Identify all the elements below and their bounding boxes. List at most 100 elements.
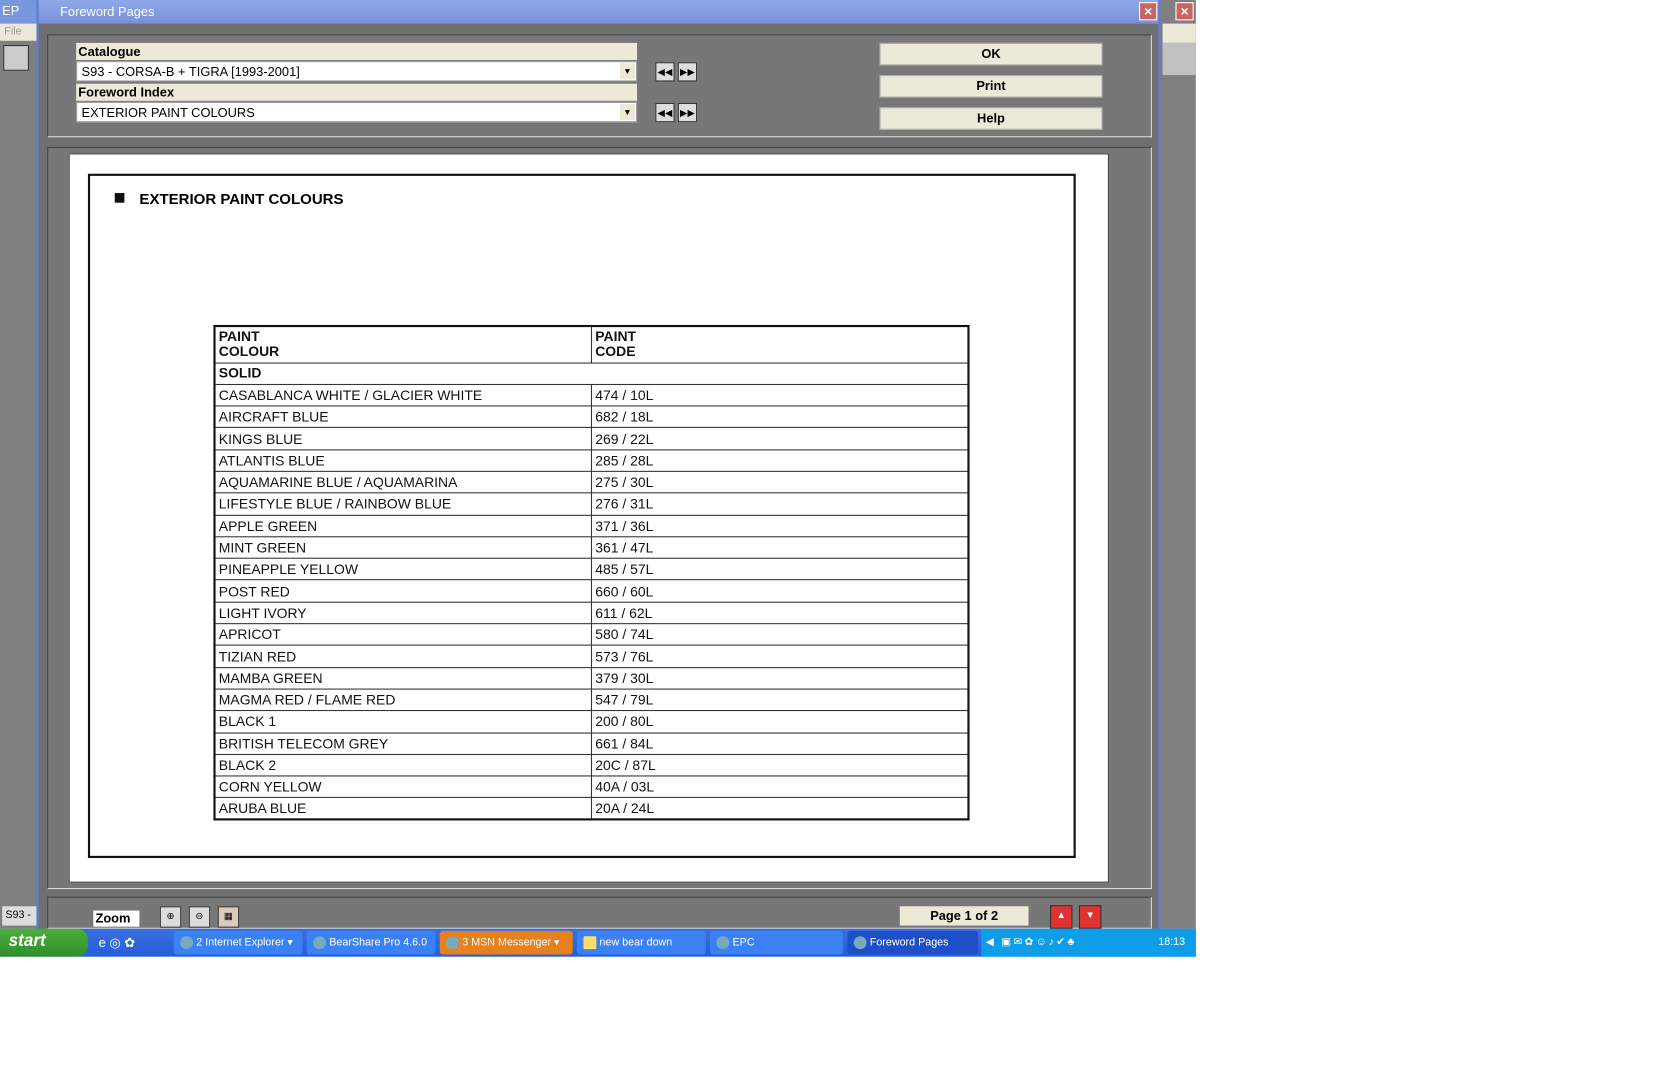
paint-code: 379 / 30L — [590, 666, 970, 690]
paint-colour: CORN YELLOW — [213, 775, 593, 799]
table-row: LIGHT IVORY 611 / 62L — [213, 601, 970, 625]
dialog-title-bar: Foreword Pages — [38, 0, 1159, 24]
table-row: ARUBA BLUE 20A / 24L — [213, 797, 970, 821]
paint-colour: TIZIAN RED — [213, 644, 593, 668]
index-next-button[interactable]: ▶▶ — [677, 102, 698, 123]
table-row: MAGMA RED / FLAME RED 547 / 79L — [213, 688, 970, 712]
paint-table: PAINT COLOUR PAINT CODE SOLID CASABLANCA WH… — [213, 324, 970, 821]
task-internet-explorer[interactable]: 2 Internet Explorer ▾ — [173, 930, 303, 955]
table-row: APRICOT 580 / 74L — [213, 623, 970, 647]
paint-code: 275 / 30L — [590, 470, 970, 494]
table-row: AIRCRAFT BLUE 682 / 18L — [213, 405, 970, 429]
task-label: new bear down — [599, 936, 673, 949]
print-button[interactable]: Print — [879, 75, 1103, 98]
table-row: CORN YELLOW 40A / 03L — [213, 775, 970, 799]
section-label: SOLID — [213, 361, 970, 385]
task-label: 2 Internet Explorer — [196, 936, 285, 949]
table-row: BLACK 1 200 / 80L — [213, 710, 970, 734]
task-bearshare[interactable]: BearShare Pro 4.6.0 — [306, 930, 436, 955]
paint-code: 276 / 31L — [590, 492, 970, 516]
help-button[interactable]: Help — [879, 107, 1103, 130]
table-row: TIZIAN RED 573 / 76L — [213, 644, 970, 668]
foreword-index-select[interactable]: EXTERIOR PAINT COLOURS ▼ — [76, 101, 638, 123]
back-menu-file[interactable]: File — [0, 23, 39, 41]
table-row: ATLANTIS BLUE 285 / 28L — [213, 449, 970, 472]
table-row: PINEAPPLE YELLOW 485 / 57L — [213, 557, 970, 581]
paint-colour: PINEAPPLE YELLOW — [213, 557, 593, 581]
paint-code: 573 / 76L — [590, 644, 970, 668]
catalogue-select[interactable]: S93 - CORSA-B + TIGRA [1993-2001] ▼ — [76, 61, 638, 82]
close-button[interactable]: × — [1138, 2, 1158, 21]
table-header-row: PAINT COLOUR PAINT CODE — [213, 325, 970, 364]
catalogue-label: Catalogue — [76, 42, 638, 61]
tray-icons[interactable]: ◀ ▣✉✿☺♪✔♣ — [986, 936, 1077, 948]
paint-colour: MINT GREEN — [213, 536, 593, 559]
paint-colour: AQUAMARINE BLUE / AQUAMARINA — [213, 470, 593, 494]
taskbar: start e ◎ ✿ 2 Internet Explorer ▾ BearSh… — [0, 928, 1196, 957]
paint-code: 474 / 10L — [590, 383, 970, 407]
column-header: PAINT CODE — [590, 325, 970, 364]
selector-panel: Catalogue S93 - CORSA-B + TIGRA [1993-20… — [47, 34, 1152, 138]
paint-colour: BRITISH TELECOM GREY — [213, 732, 593, 755]
zoom-label: Zoom — [93, 910, 140, 927]
paint-code: 580 / 74L — [590, 623, 970, 647]
page-up-icon[interactable]: ▲ — [1049, 905, 1073, 929]
table-row: LIFESTYLE BLUE / RAINBOW BLUE 276 / 31L — [213, 492, 970, 516]
document-page: EXTERIOR PAINT COLOURS PAINT COLOUR PAINT… — [68, 153, 1109, 883]
table-row: AQUAMARINE BLUE / AQUAMARINA 275 / 30L — [213, 470, 970, 494]
footer-panel: Zoom ⊕ ⊖ ▦ Page 1 of 2 ▲ ▼ — [47, 896, 1152, 929]
paint-colour: MAMBA GREEN — [213, 666, 593, 690]
page-frame: EXTERIOR PAINT COLOURS PAINT COLOUR PAINT… — [87, 173, 1076, 858]
paint-colour: LIGHT IVORY — [213, 601, 593, 625]
quick-launch-icons[interactable]: e ◎ ✿ — [99, 935, 135, 950]
task-label: 3 MSN Messenger — [462, 936, 552, 949]
paint-code: 371 / 36L — [590, 514, 970, 538]
paint-colour: ATLANTIS BLUE — [213, 449, 593, 472]
paint-code: 200 / 80L — [590, 710, 970, 734]
paint-colour: BLACK 2 — [213, 753, 593, 777]
table-row: BRITISH TELECOM GREY 661 / 84L — [213, 732, 970, 755]
paint-code: 361 / 47L — [590, 536, 970, 559]
index-prev-button[interactable]: ◀◀ — [655, 102, 675, 123]
table-row: MINT GREEN 361 / 47L — [213, 536, 970, 559]
foreword-index-label: Foreword Index — [76, 83, 638, 101]
paint-colour: KINGS BLUE — [213, 427, 593, 451]
task-label: EPC — [732, 936, 755, 949]
chevron-down-icon[interactable]: ▼ — [619, 63, 635, 80]
catalogue-prev-button[interactable]: ◀◀ — [655, 62, 675, 82]
ok-button[interactable]: OK — [879, 42, 1103, 66]
task-foreword-pages[interactable]: Foreword Pages — [847, 930, 979, 955]
printer-icon[interactable] — [3, 45, 29, 71]
zoom-fit-icon[interactable]: ▦ — [217, 906, 240, 928]
task-msn-messenger[interactable]: 3 MSN Messenger ▾ — [439, 930, 573, 955]
clock: 18:13 — [1158, 936, 1186, 949]
paint-code: 660 / 60L — [590, 579, 970, 603]
paint-colour: POST RED — [213, 579, 593, 603]
catalogue-next-button[interactable]: ▶▶ — [677, 62, 698, 82]
table-row: MAMBA GREEN 379 / 30L — [213, 666, 970, 690]
table-row: POST RED 660 / 60L — [213, 579, 970, 603]
page-down-icon[interactable]: ▼ — [1078, 905, 1102, 929]
back-menu-bar — [1162, 23, 1196, 43]
paint-code: 40A / 03L — [590, 775, 970, 799]
back-toolbar — [1162, 42, 1196, 76]
chevron-down-icon[interactable]: ▼ — [619, 104, 635, 121]
zoom-out-icon[interactable]: ⊖ — [188, 906, 211, 928]
task-epc[interactable]: EPC — [709, 930, 843, 955]
paint-code: 547 / 79L — [590, 688, 970, 712]
foreword-dialog: Foreword Pages × Catalogue S93 - CORSA-B… — [36, 0, 1161, 929]
paint-colour: CASABLANCA WHITE / GLACIER WHITE — [213, 383, 593, 407]
task-label: BearShare Pro 4.6.0 — [329, 936, 428, 949]
back-status: S93 - — [2, 906, 37, 926]
back-close-button[interactable]: × — [1175, 2, 1194, 21]
start-button[interactable]: start — [0, 928, 88, 957]
foreword-index-value: EXTERIOR PAINT COLOURS — [81, 105, 255, 121]
task-new-bear-down[interactable]: new bear down — [577, 930, 706, 955]
paint-code: 20C / 87L — [590, 753, 970, 777]
paint-code: 661 / 84L — [590, 732, 970, 755]
table-row: KINGS BLUE 269 / 22L — [213, 427, 970, 451]
paint-code: 485 / 57L — [590, 557, 970, 581]
zoom-in-icon[interactable]: ⊕ — [159, 906, 182, 928]
catalogue-value: S93 - CORSA-B + TIGRA [1993-2001] — [81, 64, 300, 80]
paint-colour: APPLE GREEN — [213, 514, 593, 538]
